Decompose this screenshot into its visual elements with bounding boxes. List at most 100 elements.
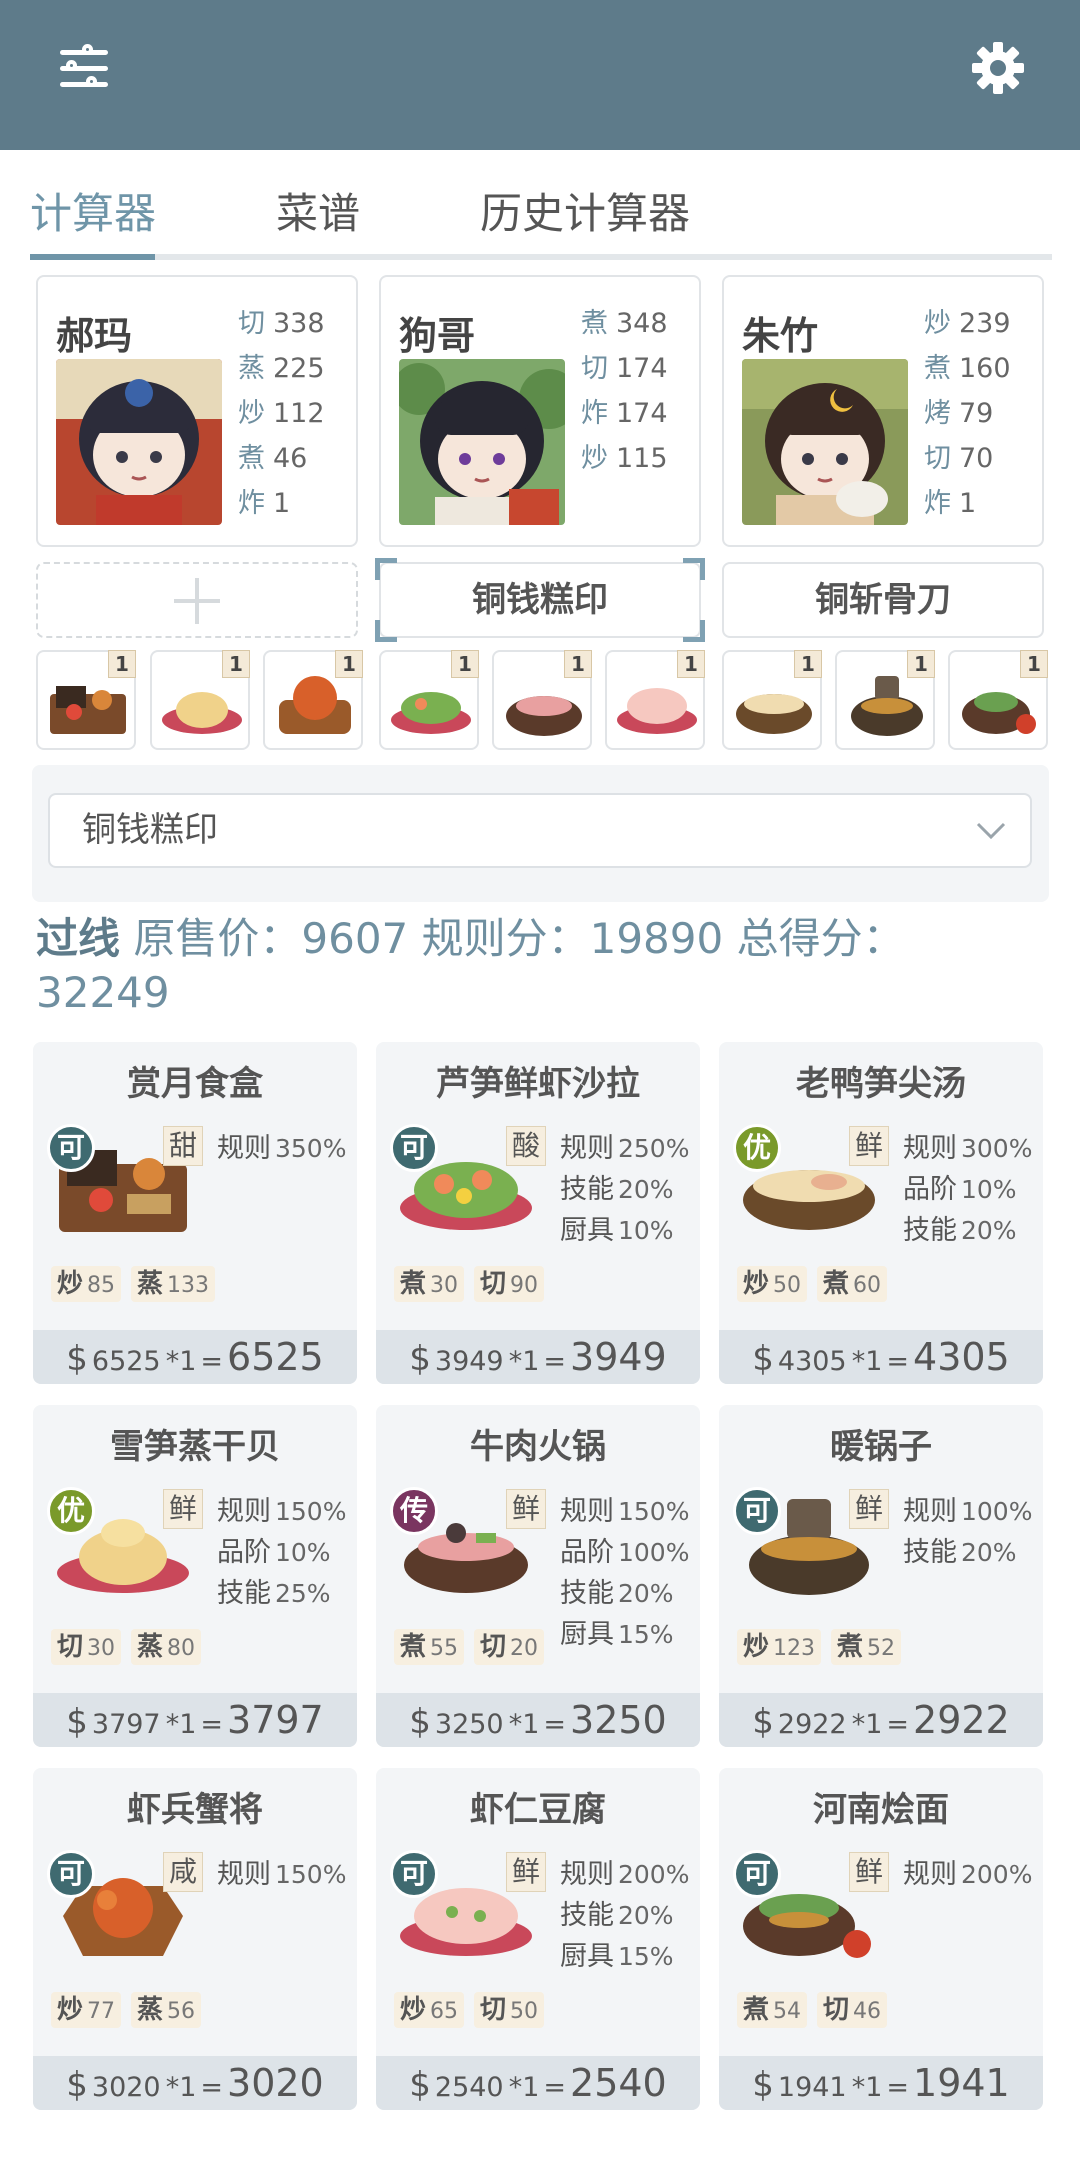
recipe-card[interactable]: 河南烩面可鲜规则 200% 煮 54 切 46 $1941 *1 = 1941 [719,1768,1043,2110]
tab-history-calculator[interactable]: 历史计算器 [480,180,690,241]
recipe-thumb[interactable]: 1 [379,650,479,750]
rule-label: 厨具 [560,1619,614,1650]
skill-requirement: 切 50 [474,1992,545,2028]
rule-row: 技能 20% [903,1210,1032,1251]
requirement-type: 煮 [400,1632,427,1662]
recipe-thumb[interactable]: 1 [605,650,705,750]
base-price: 3949 [434,1346,504,1377]
currency-symbol: $ [66,1339,88,1379]
rule-value: 200% [961,1860,1033,1889]
rule-label: 品阶 [560,1537,614,1568]
skill-type: 炒 [238,398,265,429]
chef-card[interactable]: 狗哥 煮 348 切 174 炸 174 炒 115 [379,275,701,547]
total-price: 2540 [570,2061,667,2105]
recipe-card[interactable]: 芦笋鲜虾沙拉可酸规则 250% 技能 20% 厨具 10% 煮 30 切 90 $3949 *1 = 3… [376,1042,700,1384]
skill-requirements: 炒 50 煮 60 [737,1266,897,1302]
recipe-thumb[interactable]: 1 [150,650,250,750]
skill-value: 46 [273,443,308,474]
rule-row: 规则 250% [560,1128,689,1169]
rule-value: 350% [275,1134,347,1163]
recipe-card[interactable]: 牛肉火锅传鲜规则 150% 品阶 100% 技能 20% 厨具 15% 煮 55 切 20 $3250 … [376,1405,700,1747]
recipe-thumb[interactable]: 1 [722,650,822,750]
requirement-value: 133 [167,1273,210,1298]
requirement-type: 切 [480,1995,507,2025]
equipment-select[interactable]: 铜钱糕印 [48,793,1032,868]
skill-type: 炒 [924,308,951,339]
recipe-card[interactable]: 暖锅子可鲜规则 100% 技能 20% 炒 123 煮 52 $2922 *1 = 2922 [719,1405,1043,1747]
rule-row: 厨具 15% [560,1936,689,1977]
currency-symbol: $ [409,1702,431,1742]
chef-name: 狗哥 [399,314,476,358]
taste-tag: 甜 [163,1126,203,1166]
taste-tag: 酸 [506,1126,546,1166]
total-price: 3250 [570,1698,667,1742]
chef-portrait [56,359,222,525]
recipe-thumb[interactable]: 1 [948,650,1048,750]
currency-symbol: $ [66,1702,88,1742]
skill-type: 切 [581,353,608,384]
tab-calculator[interactable]: 计算器 [30,180,156,241]
total-price: 3020 [227,2061,324,2105]
tab-track [30,254,1052,260]
recipe-thumb[interactable]: 1 [835,650,935,750]
recipe-thumb[interactable]: 1 [492,650,592,750]
skill-type: 煮 [581,308,608,339]
rule-row: 规则 350% [217,1128,346,1169]
skill-requirement: 煮 30 [394,1266,465,1302]
skill-row: 煮 348 [581,301,668,346]
total-price: 3949 [570,1335,667,1379]
quantity-badge: 1 [451,650,479,678]
equipment-slot-empty[interactable] [36,562,358,638]
chef-card[interactable]: 郝玛 切 338 蒸 225 炒 112 煮 46 炸1 [36,275,358,547]
sliders-icon[interactable] [60,44,108,92]
taste-tag: 鲜 [163,1489,203,1529]
rule-label: 品阶 [903,1174,957,1205]
equipment-slot[interactable]: 铜钱糕印 [375,558,705,642]
rule-value: 20% [618,1579,674,1608]
rule-value: 10% [961,1175,1017,1204]
rule-value: 300% [961,1134,1033,1163]
rule-value: 10% [275,1538,331,1567]
currency-symbol: $ [409,1339,431,1379]
base-price: 2540 [434,2072,504,2103]
gear-icon[interactable] [970,40,1026,96]
requirement-type: 炒 [57,1995,84,2025]
dish-image [50,686,126,734]
tab-recipes[interactable]: 菜谱 [276,180,360,241]
skill-value: 79 [959,398,994,429]
taste-tag: 鲜 [849,1852,889,1892]
skill-row: 炒 239 [924,301,1011,346]
score-summary: 过线 原售价：9607 规则分：19890 总得分： 32249 [36,912,1046,1020]
recipe-thumb[interactable]: 1 [263,650,363,750]
recipe-card[interactable]: 虾兵蟹将可咸规则 150% 炒 77 蒸 56 $3020 *1 = 3020 [33,1768,357,2110]
recipe-card[interactable]: 雪笋蒸干贝优鲜规则 150% 品阶 10% 技能 25% 切 30 蒸 80 $3797 *1 = 37… [33,1405,357,1747]
dish-image [962,692,1036,734]
skill-requirement: 蒸 56 [131,1992,202,2028]
recipe-title: 老鸭笋尖汤 [796,1064,966,1104]
total-price: 1941 [913,2061,1010,2105]
rule-row: 技能 20% [560,1573,689,1614]
rule-row: 品阶 10% [217,1532,346,1573]
recipe-thumb[interactable]: 1 [36,650,136,750]
rule-row: 规则 200% [560,1854,689,1895]
rule-value: 20% [618,1901,674,1930]
requirement-type: 炒 [743,1269,770,1299]
chef-card[interactable]: 朱竹 炒 239 煮 160 烤 79 切 70 炸1 [722,275,1044,547]
skill-row: 蒸 225 [238,346,325,391]
dish-image [279,676,351,734]
selection-corner [375,558,397,580]
requirement-value: 30 [87,1636,116,1661]
equipment-slot[interactable]: 铜斩骨刀 [722,562,1044,638]
recipe-card[interactable]: 赏月食盒可甜规则 350% 炒 85 蒸 133 $6525 *1 = 6525 [33,1042,357,1384]
skill-type: 煮 [238,443,265,474]
requirement-type: 切 [57,1632,84,1662]
rule-label: 规则 [217,1133,271,1164]
multiplier: *1 [508,1709,540,1740]
equals-sign: = [886,1709,910,1740]
recipe-card[interactable]: 老鸭笋尖汤优鲜规则 300% 品阶 10% 技能 20% 炒 50 煮 60 $4305 *1 = 43… [719,1042,1043,1384]
recipe-card[interactable]: 虾仁豆腐可鲜规则 200% 技能 20% 厨具 15% 炒 65 切 50 $2540 *1 = 254… [376,1768,700,2110]
rule-list: 规则 150% 品阶 100% 技能 20% 厨具 15% [560,1491,689,1655]
equals-sign: = [200,2072,224,2103]
multiplier: *1 [851,1346,883,1377]
recipe-title: 河南烩面 [813,1790,949,1830]
